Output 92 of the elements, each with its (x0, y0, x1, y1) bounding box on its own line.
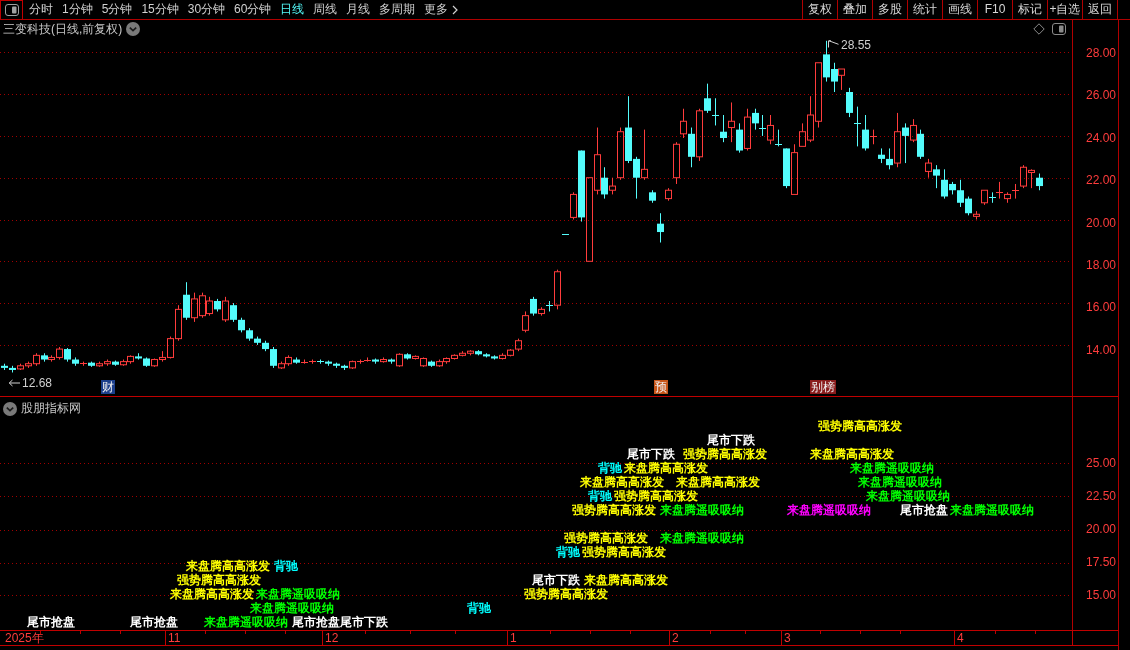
chart-title: 三变科技(日线,前复权) (3, 20, 123, 38)
signal-label: 背驰 (556, 545, 580, 559)
chevron-down-icon[interactable] (126, 22, 141, 36)
axis-label: 22.50 (1086, 489, 1117, 503)
period-tab[interactable]: 分时 (29, 0, 53, 19)
axis-label: 20.00 (1086, 215, 1117, 230)
axis-label: 18.00 (1086, 258, 1117, 272)
panel-toggle-button[interactable] (0, 0, 23, 19)
period-tab[interactable]: 多周期 (379, 0, 416, 19)
signal-label: 来盘腾高高涨发 (810, 447, 894, 461)
toolbar-button[interactable]: 统计 (907, 0, 942, 19)
signal-label: 强势腾高高涨发 (683, 447, 767, 461)
period-tab[interactable]: 60分钟 (234, 0, 272, 19)
period-tab[interactable]: 周线 (313, 0, 338, 19)
panel-icon[interactable] (1052, 23, 1066, 35)
event-marker[interactable]: 别榜 (810, 380, 836, 394)
date-label: 3 (784, 632, 791, 645)
signal-label: 强势腾高高涨发 (614, 489, 698, 503)
period-tab[interactable]: 5分钟 (101, 0, 133, 19)
signal-label: 来盘腾遥吸吸纳 (858, 475, 942, 489)
left-arrow-icon (8, 379, 20, 387)
chevron-right-icon (452, 4, 459, 15)
signal-label: 来盘腾遥吸吸纳 (950, 503, 1034, 517)
axis-label: 16.00 (1086, 300, 1117, 315)
toolbar-button[interactable]: 标记 (1012, 0, 1047, 19)
signal-label: 来盘腾遥吸吸纳 (204, 615, 288, 629)
signal-label: 背驰 (467, 601, 491, 615)
signal-label: 来盘腾高高涨发 (624, 461, 708, 475)
signal-label: 来盘腾遥吸吸纳 (866, 489, 950, 503)
toolbar-button[interactable]: +自选 (1047, 0, 1082, 19)
period-tab[interactable]: 月线 (346, 0, 371, 19)
signal-label: 尾市下跌 (707, 433, 755, 447)
signal-label: 来盘腾遥吸吸纳 (850, 461, 934, 475)
axis-label: 26.00 (1086, 88, 1117, 103)
signal-label: 来盘腾遥吸吸纳 (787, 503, 871, 517)
signal-label: 来盘腾高高涨发 (170, 587, 254, 601)
signal-label: 强势腾高高涨发 (582, 545, 666, 559)
period-tab[interactable]: 日线 (280, 0, 305, 19)
date-label: 12 (325, 632, 339, 645)
period-tab[interactable]: 1分钟 (62, 0, 93, 19)
axis-label: 20.00 (1086, 522, 1117, 536)
axis-label: 25.00 (1086, 456, 1117, 470)
signal-label: 尾市抢盘 (900, 503, 948, 517)
signal-label: 来盘腾遥吸吸纳 (250, 601, 334, 615)
axis-label: 17.50 (1086, 555, 1117, 569)
toolbar-button[interactable]: 画线 (942, 0, 977, 19)
signal-label: 来盘腾高高涨发 (676, 475, 760, 489)
signal-label: 来盘腾高高涨发 (186, 559, 270, 573)
signal-label: 强势腾高高涨发 (818, 419, 902, 433)
signal-label: 来盘腾遥吸吸纳 (256, 587, 340, 601)
signal-label: 来盘腾高高涨发 (580, 475, 664, 489)
signal-label: 背驰 (274, 559, 298, 573)
signal-label: 强势腾高高涨发 (572, 503, 656, 517)
more-menu[interactable]: 更多 (424, 0, 459, 19)
toolbar-button[interactable]: 多股 (872, 0, 907, 19)
event-marker[interactable]: 预 (654, 380, 668, 394)
event-marker[interactable]: 财 (101, 380, 115, 394)
signal-label: 尾市下跌 (340, 615, 388, 629)
axis-label: 15.00 (1086, 588, 1117, 602)
toolbar-button[interactable]: 叠加 (837, 0, 872, 19)
signal-label: 背驰 (588, 489, 612, 503)
indicator-title: 股朋指标网 (21, 400, 81, 417)
low-price-label: 12.68 (22, 376, 53, 390)
date-label: 2 (672, 632, 679, 645)
date-label: 4 (957, 632, 964, 645)
signal-label: 强势腾高高涨发 (177, 573, 261, 587)
signal-label: 尾市抢盘 (130, 615, 178, 629)
signal-label: 尾市下跌 (627, 447, 675, 461)
period-tab[interactable]: 15分钟 (141, 0, 179, 19)
toolbar-button[interactable]: 复权 (802, 0, 837, 19)
date-label: 1 (510, 632, 517, 645)
toolbar-button[interactable]: F10 (977, 0, 1012, 19)
chevron-down-icon[interactable] (3, 401, 17, 416)
date-label: 11 (168, 632, 181, 645)
axis-label: 14.00 (1086, 342, 1117, 357)
axis-label: 28.00 (1086, 46, 1117, 60)
date-label: 2025年 (5, 632, 44, 645)
signal-label: 背驰 (598, 461, 622, 475)
signal-label: 强势腾高高涨发 (524, 587, 608, 601)
signal-label: 强势腾高高涨发 (564, 531, 648, 545)
diamond-icon[interactable] (1033, 23, 1045, 35)
signal-label: 尾市抢盘 (292, 615, 340, 629)
axis-label: 24.00 (1086, 130, 1117, 145)
signal-label: 来盘腾遥吸吸纳 (660, 503, 744, 517)
signal-label: 来盘腾遥吸吸纳 (660, 531, 744, 545)
axis-label: 22.00 (1086, 173, 1117, 188)
period-tab[interactable]: 30分钟 (187, 0, 226, 19)
signal-label: 来盘腾高高涨发 (584, 573, 668, 587)
panel-icon (4, 4, 19, 16)
toolbar-button[interactable]: 返回 (1082, 0, 1117, 19)
signal-label: 尾市抢盘 (27, 615, 75, 629)
signal-label: 尾市下跌 (532, 573, 580, 587)
